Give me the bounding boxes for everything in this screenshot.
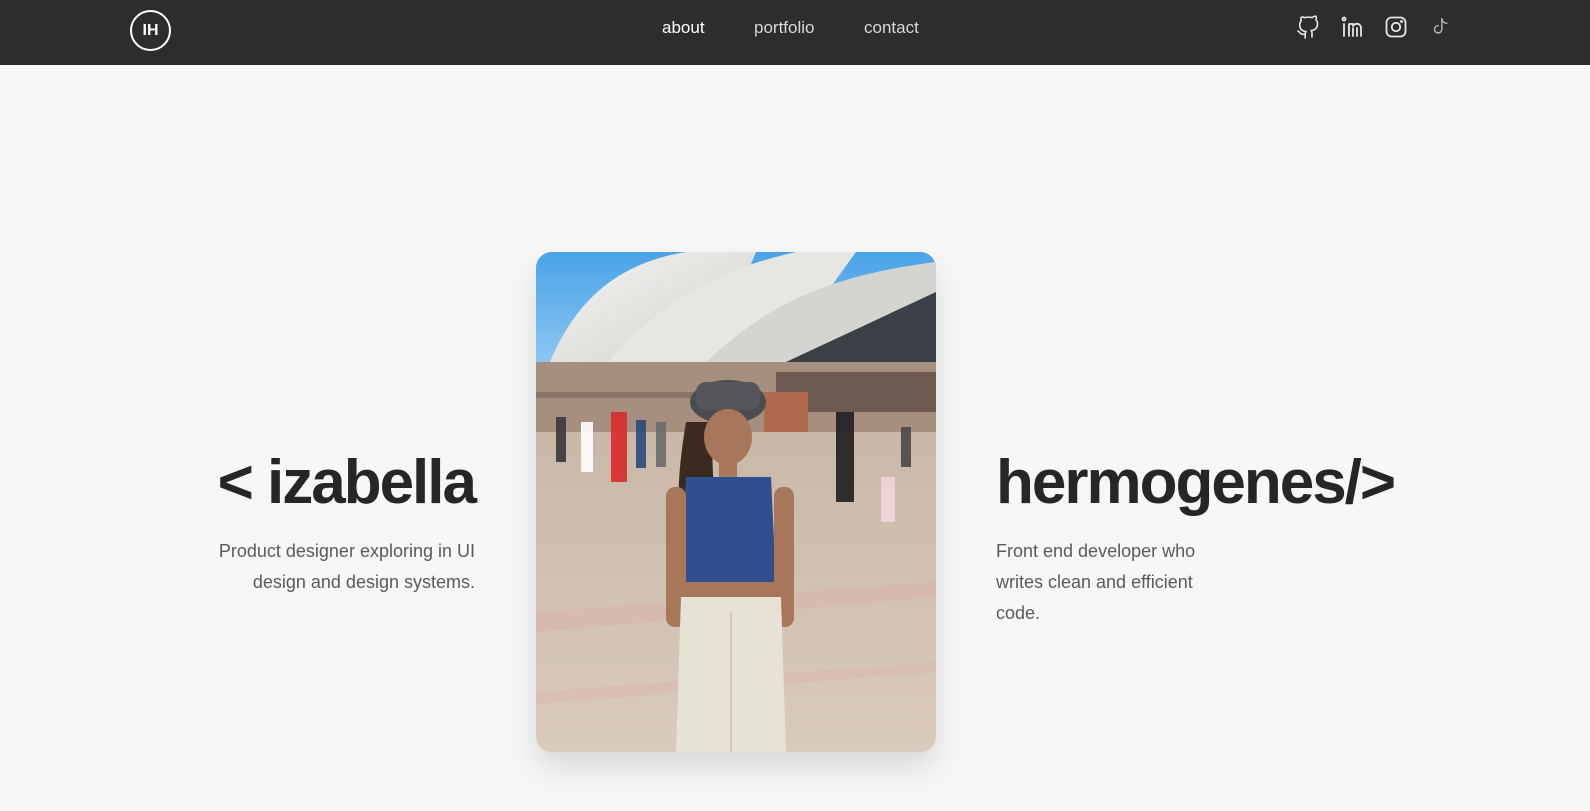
nav-link-portfolio[interactable]: portfolio bbox=[754, 18, 814, 38]
last-name-heading: hermogenes/> bbox=[996, 447, 1396, 517]
first-name-heading: < izabella bbox=[217, 447, 477, 517]
designer-description: Product designer exploring in UI design … bbox=[218, 541, 475, 592]
nav-link-about[interactable]: about bbox=[662, 18, 705, 38]
instagram-icon[interactable] bbox=[1383, 14, 1409, 40]
top-navbar: IH about portfolio contact bbox=[0, 0, 1590, 65]
linkedin-icon[interactable] bbox=[1339, 14, 1365, 40]
nav-link-contact[interactable]: contact bbox=[864, 18, 919, 38]
tiktok-icon[interactable] bbox=[1427, 14, 1453, 40]
github-icon[interactable] bbox=[1295, 14, 1321, 40]
portrait-photo bbox=[536, 252, 936, 752]
developer-description: Front end developer who writes clean and… bbox=[996, 541, 1196, 623]
